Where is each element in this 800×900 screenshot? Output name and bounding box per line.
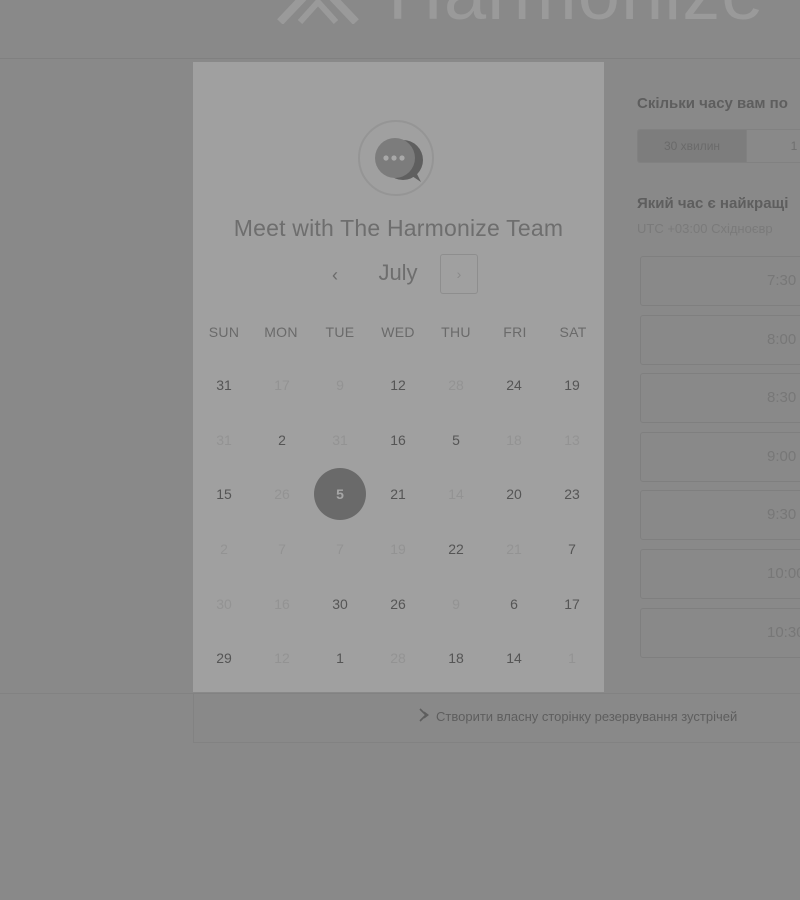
calendar-day[interactable]: 2: [256, 414, 308, 466]
calendar-day[interactable]: 15: [198, 468, 250, 520]
time-question: Який час є найкращі: [637, 195, 789, 212]
calendar-day[interactable]: 5: [430, 414, 482, 466]
calendar-day: 16: [274, 596, 290, 612]
sparkle-icon: [418, 708, 432, 725]
duration-selector: 30 хвилин 1 го: [637, 129, 800, 163]
time-slot[interactable]: 9:00: [640, 432, 800, 482]
calendar-card: Meet with The Harmonize Team ‹ July › SU…: [193, 62, 604, 692]
month-label: July: [378, 260, 418, 285]
calendar-day: 31: [332, 432, 348, 448]
duration-option-1h[interactable]: 1 го: [747, 130, 800, 162]
calendar-day[interactable]: 20: [488, 468, 540, 520]
calendar-day[interactable]: 30: [314, 578, 366, 630]
calendar-day: 1: [568, 650, 576, 666]
calendar-day: 13: [564, 432, 580, 448]
calendar-day[interactable]: 23: [546, 468, 598, 520]
calendar-day[interactable]: 22: [430, 523, 482, 575]
calendar-day: 17: [274, 377, 290, 393]
brand-logo: Harmonize: [270, 0, 764, 37]
duration-option-30min[interactable]: 30 хвилин: [638, 130, 747, 162]
month-navigation: ‹ July ›: [193, 254, 604, 298]
calendar-day: 2: [220, 541, 228, 557]
time-slot[interactable]: 8:00: [640, 315, 800, 365]
time-slot[interactable]: 8:30: [640, 373, 800, 423]
logo-text: Harmonize: [388, 0, 764, 37]
calendar-day[interactable]: 29: [198, 632, 250, 684]
calendar-day[interactable]: 12: [372, 359, 424, 411]
calendar-day[interactable]: 1: [314, 632, 366, 684]
footer-divider: [0, 693, 193, 694]
weekday-label: SAT: [559, 324, 587, 340]
page: Harmonize Meet with The Harmonize Team ‹…: [0, 0, 800, 900]
header-divider: [0, 58, 800, 59]
calendar-day: 9: [336, 377, 344, 393]
calendar-day[interactable]: 24: [488, 359, 540, 411]
calendar-day[interactable]: 14: [488, 632, 540, 684]
selected-day[interactable]: 5: [314, 468, 366, 520]
calendar-title: Meet with The Harmonize Team: [233, 215, 564, 241]
booking-panel: Скільки часу вам по 30 хвилин 1 го Який …: [604, 62, 800, 692]
time-slot[interactable]: 7:30: [640, 256, 800, 306]
calendar-day: 14: [448, 486, 464, 502]
calendar-day: 12: [274, 650, 290, 666]
calendar-day[interactable]: 19: [546, 359, 598, 411]
calendar-day: 28: [390, 650, 406, 666]
calendar-day: 30: [216, 596, 232, 612]
calendar-day: 28: [448, 377, 464, 393]
calendar-day[interactable]: 6: [488, 578, 540, 630]
calendar-day: 31: [216, 432, 232, 448]
calendar-day: 7: [278, 541, 286, 557]
calendar-day[interactable]: 17: [546, 578, 598, 630]
weekday-label: WED: [381, 324, 415, 340]
create-booking-page-label: Створити власну сторінку резервування зу…: [436, 709, 738, 724]
calendar-day[interactable]: 7: [546, 523, 598, 575]
logo-mark-icon: [270, 0, 366, 25]
calendar-day[interactable]: 21: [372, 468, 424, 520]
weekday-header: SUN MON TUE WED THU FRI SAT: [193, 324, 604, 342]
calendar-day[interactable]: 16: [372, 414, 424, 466]
time-slot[interactable]: 10:00: [640, 549, 800, 599]
weekday-label: MON: [264, 324, 298, 340]
weekday-label: SUN: [208, 324, 240, 340]
calendar-day[interactable]: 26: [372, 578, 424, 630]
weekday-label: TUE: [325, 324, 355, 340]
calendar-day: 18: [506, 432, 522, 448]
chat-bubble-icon: [369, 130, 429, 190]
prev-month-button[interactable]: ‹: [321, 261, 349, 289]
time-slot[interactable]: 9:30: [640, 490, 800, 540]
calendar-day[interactable]: 18: [430, 632, 482, 684]
calendar-day: 21: [506, 541, 522, 557]
calendar-day: 7: [336, 541, 344, 557]
calendar-day[interactable]: 31: [198, 359, 250, 411]
time-slot[interactable]: 10:30: [640, 608, 800, 658]
calendar-day: 19: [390, 541, 406, 557]
footer-bar: Створити власну сторінку резервування зу…: [193, 693, 800, 743]
timezone-label[interactable]: UTC +03:00 Східноєвр: [637, 221, 773, 236]
calendar-day: 9: [452, 596, 460, 612]
calendar-day: 26: [274, 486, 290, 502]
next-month-button[interactable]: ›: [440, 254, 478, 294]
weekday-label: FRI: [503, 324, 527, 340]
weekday-label: THU: [441, 324, 471, 340]
duration-question: Скільки часу вам по: [637, 95, 788, 112]
create-booking-page-link[interactable]: Створити власну сторінку резервування зу…: [418, 708, 737, 725]
